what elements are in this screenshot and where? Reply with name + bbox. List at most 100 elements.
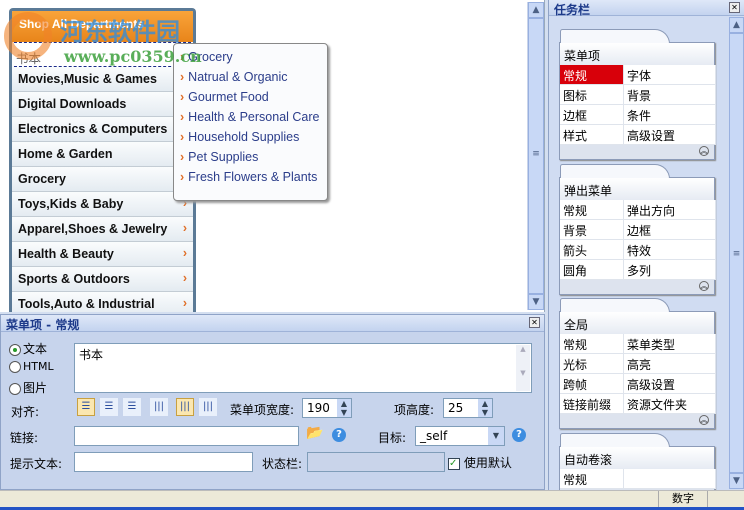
task-link[interactable]: 条件 xyxy=(624,105,716,125)
menu-item[interactable]: Home & Garden xyxy=(12,142,193,167)
chevron-down-icon[interactable]: ▼ xyxy=(488,427,504,445)
task-link[interactable]: 样式 xyxy=(560,125,624,145)
chevron-right-icon: › xyxy=(180,110,185,124)
group-title[interactable]: 菜单项 xyxy=(560,43,714,65)
submenu-item[interactable]: › Health & Personal Care xyxy=(180,110,327,130)
chevron-right-icon: › xyxy=(180,70,185,84)
menu-item[interactable]: Toys,Kids & Baby › xyxy=(12,192,193,217)
group-title[interactable]: 自动卷滚 xyxy=(560,447,714,469)
task-link[interactable]: 多列 xyxy=(624,260,716,280)
submenu-item[interactable]: › Household Supplies xyxy=(180,130,327,150)
align-label: 对齐: xyxy=(11,405,40,419)
text-content-input[interactable]: 书本 ▲ ▼ xyxy=(74,343,532,393)
task-link[interactable]: 常规 xyxy=(560,200,624,220)
use-default-checkbox[interactable]: ✓ 使用默认 xyxy=(448,454,512,471)
spin-icon[interactable]: ▲ ▼ xyxy=(337,399,351,417)
submenu-item[interactable]: › Natrual & Organic xyxy=(180,70,327,90)
task-link[interactable]: 箭头 xyxy=(560,240,624,260)
link-input[interactable] xyxy=(74,426,299,446)
valign-bottom-icon[interactable]: ||| xyxy=(199,398,217,416)
menu-item-label: Digital Downloads xyxy=(18,97,127,111)
radio-html[interactable]: HTML xyxy=(9,360,54,373)
help-icon[interactable]: ? xyxy=(512,428,526,442)
menu-item[interactable]: Tools,Auto & Industrial › xyxy=(12,292,193,312)
group-title[interactable]: 全局 xyxy=(560,312,714,334)
task-link[interactable]: 背景 xyxy=(560,220,624,240)
task-link[interactable]: 常规 xyxy=(560,65,624,85)
align-center-icon[interactable]: ☰ xyxy=(100,398,118,416)
statusbar-input[interactable] xyxy=(307,452,445,472)
task-link[interactable]: 高亮 xyxy=(624,354,716,374)
menu-item[interactable]: Movies,Music & Games xyxy=(12,67,193,92)
submenu-item[interactable]: › Fresh Flowers & Plants xyxy=(180,170,327,190)
task-link[interactable]: 背景 xyxy=(624,85,716,105)
menu-item-label: Toys,Kids & Baby xyxy=(18,197,124,211)
menu-item[interactable]: Electronics & Computers xyxy=(12,117,193,142)
valign-top-icon[interactable]: ||| xyxy=(150,398,168,416)
task-link[interactable]: 图标 xyxy=(560,85,624,105)
menu-item[interactable]: Apparel,Shoes & Jewelry › xyxy=(12,217,193,242)
spin-icon[interactable]: ▲ ▼ xyxy=(478,399,492,417)
menu-item-label: Sports & Outdoors xyxy=(18,272,130,286)
task-link[interactable]: 常规 xyxy=(560,334,624,354)
task-link[interactable]: 边框 xyxy=(560,105,624,125)
task-link[interactable]: 圆角 xyxy=(560,260,624,280)
menu-item-label: Home & Garden xyxy=(18,147,113,161)
watermark-text: 河东软件园 xyxy=(60,18,180,46)
submenu-item[interactable]: › Gourmet Food xyxy=(180,90,327,110)
height-stepper[interactable]: 25 ▲ ▼ xyxy=(443,398,493,418)
submenu-item[interactable]: › Pet Supplies xyxy=(180,150,327,170)
scroll-up-icon[interactable]: ▲ xyxy=(729,17,744,33)
menu-item-label: Grocery xyxy=(18,172,66,186)
task-link[interactable]: 弹出方向 xyxy=(624,200,716,220)
menu-item[interactable]: Sports & Outdoors › xyxy=(12,267,193,292)
task-scrollbar[interactable]: ▲ ≡ ▼ xyxy=(729,17,744,489)
target-select[interactable]: _self ▼ xyxy=(415,426,505,446)
close-icon[interactable]: ✕ xyxy=(529,317,540,328)
menu-item-label: Electronics & Computers xyxy=(18,122,168,136)
width-stepper[interactable]: 190 ▲ ▼ xyxy=(302,398,352,418)
radio-image[interactable]: 图片 xyxy=(9,379,47,396)
task-link[interactable]: 常规 xyxy=(560,469,624,489)
task-link[interactable]: 字体 xyxy=(624,65,716,85)
close-icon[interactable]: ✕ xyxy=(729,2,740,13)
task-link[interactable]: 链接前缀 xyxy=(560,394,624,414)
task-link[interactable]: 跨帧 xyxy=(560,374,624,394)
menu-item[interactable]: Grocery xyxy=(12,167,193,192)
scroll-down-icon[interactable]: ▼ xyxy=(528,294,544,310)
scroll-thumb[interactable]: ≡ xyxy=(528,18,544,294)
menu-item-label: Health & Beauty xyxy=(18,247,114,261)
watermark-url: www.pc0359.cn xyxy=(64,47,202,66)
menu-item[interactable]: Digital Downloads xyxy=(12,92,193,117)
radio-text[interactable]: 文本 xyxy=(9,340,47,357)
chevron-right-icon: › xyxy=(180,150,185,164)
menu-item[interactable]: Health & Beauty › xyxy=(12,242,193,267)
submenu-item[interactable]: › Grocery xyxy=(180,50,327,70)
group-title[interactable]: 弹出菜单 xyxy=(560,178,714,200)
help-icon[interactable]: ? xyxy=(332,428,346,442)
collapse-icon[interactable]: ︽ xyxy=(699,146,709,156)
task-link[interactable]: 特效 xyxy=(624,240,716,260)
scroll-down-icon[interactable]: ▼ xyxy=(729,473,744,489)
valign-middle-icon[interactable]: ||| xyxy=(176,398,194,416)
align-left-icon[interactable]: ☰ xyxy=(77,398,95,416)
scroll-up-icon[interactable]: ▲ xyxy=(528,2,544,18)
collapse-icon[interactable]: ︽ xyxy=(699,415,709,425)
canvas-scrollbar[interactable]: ▲ ≡ ▼ xyxy=(527,2,544,310)
task-link[interactable]: 高级设置 xyxy=(624,374,716,394)
textarea-scrollbar[interactable]: ▲ ▼ xyxy=(516,345,530,391)
collapse-icon[interactable]: ︽ xyxy=(699,281,709,291)
scroll-thumb[interactable]: ≡ xyxy=(729,33,744,473)
task-panel: 任务栏 ✕ 菜单项 常规 字体 图标 背景 边框 条件 样式 高级设置 ︽ 弹出菜单 常规 弹出方向 背景… xyxy=(548,0,744,504)
link-label: 链接: xyxy=(10,431,39,445)
task-link[interactable]: 菜单类型 xyxy=(624,334,716,354)
task-link[interactable]: 光标 xyxy=(560,354,624,374)
task-link[interactable]: 资源文件夹 xyxy=(624,394,716,414)
task-link[interactable] xyxy=(624,469,716,489)
group-footer: ︽ xyxy=(560,414,714,428)
folder-open-icon[interactable]: 📂 xyxy=(306,425,323,441)
align-right-icon[interactable]: ☰ xyxy=(123,398,141,416)
tooltip-input[interactable] xyxy=(74,452,253,472)
task-link[interactable]: 边框 xyxy=(624,220,716,240)
task-link[interactable]: 高级设置 xyxy=(624,125,716,145)
